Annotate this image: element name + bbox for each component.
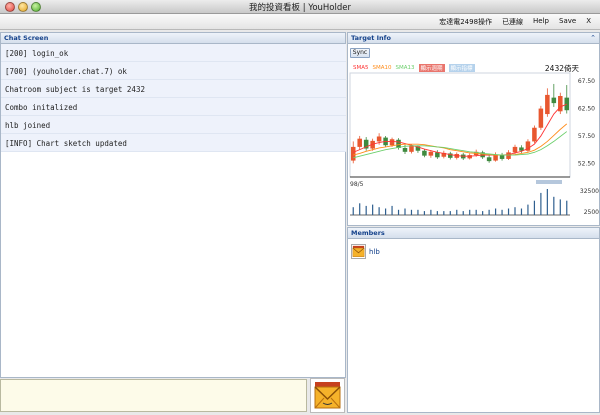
volume-bar <box>456 209 458 215</box>
envelope-avatar-icon <box>312 380 343 411</box>
candle-body <box>545 94 550 115</box>
candle-body <box>350 146 356 161</box>
target-info-title: Target Info <box>348 33 599 44</box>
candle-body <box>428 151 434 156</box>
candle-body <box>551 97 557 104</box>
price-tick-label: 62.50 <box>578 106 595 113</box>
candle-body <box>506 152 511 159</box>
volume-bar <box>482 211 484 215</box>
volume-tick-label: 32500 <box>580 188 599 195</box>
menu-item-exit[interactable]: X <box>581 17 596 27</box>
candle-body <box>512 146 518 153</box>
volume-bar <box>359 203 361 215</box>
volume-bar <box>462 211 464 215</box>
volume-bar <box>540 192 542 215</box>
volume-bar <box>533 200 536 215</box>
volume-bar <box>443 211 445 215</box>
menu-item-save[interactable]: Save <box>554 17 581 27</box>
window-title: 我的投資看板 | YouHolder <box>249 3 351 13</box>
volume-bar <box>559 199 561 215</box>
candle-body <box>422 150 427 156</box>
chat-panel-title: Chat Screen <box>1 33 345 44</box>
candle-body <box>564 97 570 111</box>
volume-bar <box>566 200 568 215</box>
volume-bar <box>397 209 400 215</box>
sync-button[interactable]: Sync <box>350 48 370 58</box>
member-name: hlb <box>369 247 380 256</box>
volume-bar <box>494 208 497 215</box>
app-window: 我的投資看板 | YouHolder 宏達電2498操作 已連線 Help Sa… <box>0 0 600 415</box>
members-panel: Members hlb <box>347 227 600 413</box>
chat-message: Combo initalized <box>1 98 346 116</box>
volume-bar <box>546 189 548 215</box>
menu-item-help[interactable]: Help <box>528 17 554 27</box>
envelope-avatar-icon <box>351 244 366 259</box>
menu-item-stock-operation[interactable]: 宏達電2498操作 <box>434 17 497 27</box>
volume-bar <box>475 209 477 215</box>
candle-body <box>532 127 537 142</box>
volume-bar <box>372 204 374 215</box>
volume-bar <box>430 209 432 215</box>
volume-bar <box>391 205 393 215</box>
price-plot-area <box>349 72 571 178</box>
candle-body <box>389 139 395 146</box>
candle-body <box>357 138 362 147</box>
chat-message: [700] (youholder.chat.7) ok <box>1 62 346 80</box>
chat-message-list: [200] login_ok [700] (youholder.chat.7) … <box>1 44 346 152</box>
candle-body <box>376 136 382 142</box>
user-avatar[interactable] <box>310 378 345 413</box>
volume-bar <box>553 196 555 215</box>
candle-body <box>435 152 440 158</box>
volume-tick-label: 2500 <box>584 209 599 216</box>
volume-bar <box>365 205 367 215</box>
volume-bar <box>527 204 529 215</box>
members-title: Members <box>348 228 599 239</box>
menu-item-connection-status: 已連線 <box>502 18 524 26</box>
chat-panel: Chat Screen [200] login_ok [700] (youhol… <box>0 32 346 378</box>
volume-bar <box>449 211 451 215</box>
candle-body <box>402 147 408 152</box>
title-bar: 我的投資看板 | YouHolder <box>0 0 600 14</box>
volume-bar <box>404 208 406 215</box>
candle-body <box>486 157 492 162</box>
volume-bar <box>410 209 413 215</box>
chat-message: [200] login_ok <box>1 44 346 62</box>
volume-bar <box>488 209 490 215</box>
member-item[interactable]: hlb <box>351 244 380 259</box>
candle-body <box>409 145 414 152</box>
x-start-label: 98/5 <box>350 181 364 188</box>
chat-message: [INFO] Chart sketch updated <box>1 134 346 152</box>
candle-body <box>538 108 544 128</box>
volume-bar <box>436 211 438 215</box>
collapse-icon[interactable]: ⌃ <box>590 34 596 42</box>
chat-message: hlb joined <box>1 116 346 134</box>
volume-bar <box>501 209 503 215</box>
chat-input[interactable] <box>0 379 307 412</box>
volume-bar <box>423 211 426 215</box>
price-tick-label: 52.50 <box>578 160 595 167</box>
volume-bar <box>384 208 387 215</box>
price-tick-label: 57.50 <box>578 133 595 140</box>
volume-bar <box>417 209 419 215</box>
candle-body <box>467 155 472 159</box>
price-tick-label: 67.50 <box>578 78 595 85</box>
volume-bar <box>514 207 516 215</box>
chart-scroll-handle <box>536 180 562 184</box>
volume-bar <box>469 209 471 215</box>
chat-message: Chatroom subject is target 2432 <box>1 80 346 98</box>
menu-bar: 宏達電2498操作 已連線 Help Save X <box>0 14 600 30</box>
volume-bar <box>507 208 510 215</box>
volume-bar <box>378 207 380 215</box>
stock-chart[interactable]: 67.50 62.50 57.50 52.50 98/5 32500 2500 <box>348 71 599 221</box>
volume-bar <box>352 207 354 215</box>
volume-bar <box>520 208 523 215</box>
target-info-panel: Target Info ⌃ Sync SMA5 SMA10 SMA13 顯示週期… <box>347 32 600 226</box>
